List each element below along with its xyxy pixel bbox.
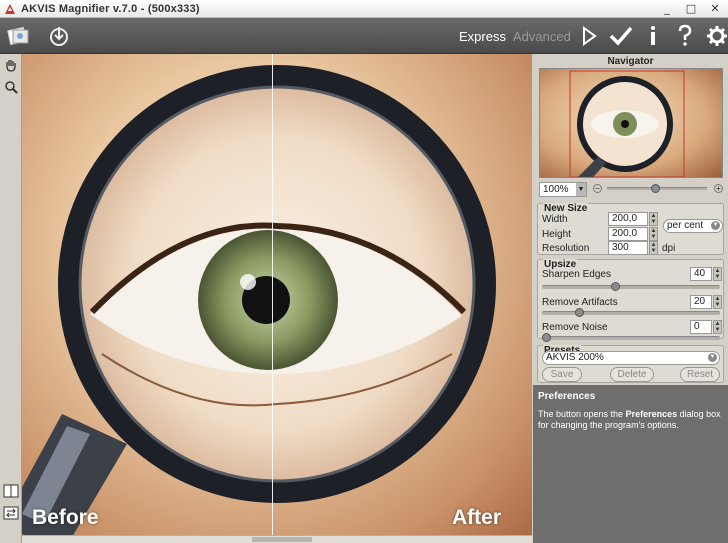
remove-artifacts-slider[interactable] (542, 308, 720, 317)
remove-artifacts-stepper[interactable]: ▲ ▼ (713, 295, 722, 309)
maximize-button[interactable]: □ (680, 1, 702, 16)
delete-preset-button[interactable]: Delete (610, 367, 654, 382)
sharpen-edges-slider[interactable] (542, 282, 720, 291)
width-field[interactable]: 200,0 (608, 212, 648, 226)
chevron-down-icon: ▼ (711, 221, 720, 230)
swap-view-icon[interactable] (2, 504, 20, 522)
sharpen-edges-field[interactable]: 40 (690, 267, 712, 281)
remove-noise-field[interactable]: 0 (690, 320, 712, 334)
close-button[interactable]: ✕ (704, 1, 726, 16)
resolution-stepper[interactable]: ▲ ▼ (649, 241, 658, 255)
height-stepper[interactable]: ▲ ▼ (649, 227, 658, 241)
zoom-in-icon[interactable]: + (714, 184, 723, 193)
before-after-divider[interactable] (272, 54, 273, 535)
reset-preset-button[interactable]: Reset (680, 367, 720, 382)
unit-select[interactable]: per cent ▼ (663, 219, 723, 233)
help-icon[interactable] (670, 22, 700, 50)
height-field[interactable]: 200,0 (608, 227, 648, 241)
remove-artifacts-field[interactable]: 20 (690, 295, 712, 309)
help-title: Preferences (538, 391, 596, 402)
sharpen-edges-stepper[interactable]: ▲ ▼ (713, 267, 722, 281)
presets-group: Presets AKVIS 200% ▼ Save Delete Reset (537, 345, 724, 383)
remove-noise-label: Remove Noise (542, 322, 608, 333)
sharpen-edges-knob[interactable] (611, 282, 620, 291)
single-view-icon[interactable] (2, 482, 20, 500)
tab-advanced[interactable]: Advanced (513, 29, 571, 44)
help-text-bold: Preferences (625, 409, 678, 419)
info-icon[interactable] (638, 22, 668, 50)
after-label: After (452, 506, 502, 529)
remove-noise-knob[interactable] (542, 333, 551, 342)
apply-icon[interactable] (606, 22, 636, 50)
settings-icon[interactable] (702, 22, 728, 50)
zoom-slider-knob[interactable] (651, 184, 660, 193)
preset-value: AKVIS 200% (546, 352, 604, 363)
remove-noise-slider[interactable] (542, 333, 720, 342)
zoom-value: 100% (543, 184, 569, 195)
horizontal-scrollbar[interactable] (22, 535, 532, 543)
preset-select[interactable]: AKVIS 200% ▼ (542, 351, 720, 365)
new-size-title: New Size (543, 203, 589, 214)
image-canvas[interactable]: Before After (22, 54, 532, 535)
resolution-unit: dpi (662, 243, 676, 254)
tool-strip (0, 54, 22, 543)
zoom-tool-icon[interactable] (2, 78, 20, 96)
chevron-down-icon: ▼ (708, 353, 717, 362)
hand-tool-icon[interactable] (2, 56, 20, 74)
width-stepper[interactable]: ▲ ▼ (649, 212, 658, 226)
main-toolbar: Express Advanced (0, 18, 728, 54)
navigator-title: Navigator (607, 56, 654, 67)
zoom-select[interactable]: 100% ▼ (539, 182, 587, 197)
akvis-app-icon (3, 2, 17, 16)
run-icon[interactable] (574, 22, 604, 50)
navigator-preview[interactable] (539, 68, 723, 178)
resolution-label: Resolution (542, 243, 590, 254)
save-icon[interactable] (44, 22, 74, 50)
minimize-button[interactable]: _ (656, 1, 678, 16)
unit-value: per cent (667, 220, 704, 231)
help-panel: Preferences The button opens the Prefere… (533, 385, 728, 543)
title-bar: AKVIS Magnifier v.7.0 - (500x333) _ □ ✕ (0, 0, 728, 18)
window-title: AKVIS Magnifier v.7.0 - (500x333) (21, 2, 200, 15)
scrollbar-thumb[interactable] (252, 537, 312, 542)
save-preset-button[interactable]: Save (542, 367, 582, 382)
sharpen-edges-label: Sharpen Edges (542, 269, 611, 280)
zoom-slider[interactable] (607, 184, 707, 193)
chevron-down-icon: ▼ (576, 183, 586, 196)
upsize-group: Upsize Sharpen Edges 40 ▲ ▼ Remove Artifa… (537, 259, 724, 342)
open-icon[interactable] (4, 22, 34, 50)
height-label: Height (542, 229, 571, 240)
help-text: The button opens the Preferences dialog … (538, 409, 723, 431)
remove-noise-stepper[interactable]: ▲ ▼ (713, 320, 722, 334)
resolution-field[interactable]: 300 (608, 241, 648, 255)
new-size-group: New Size Width 200,0 ▲ ▼ Height 200,0 ▲ ▼ … (537, 203, 724, 255)
before-label: Before (32, 506, 99, 529)
remove-artifacts-label: Remove Artifacts (542, 297, 618, 308)
remove-artifacts-knob[interactable] (575, 308, 584, 317)
help-text-start: The button opens the (538, 409, 626, 419)
tab-express[interactable]: Express (459, 29, 506, 44)
zoom-out-icon[interactable]: − (593, 184, 602, 193)
magnifier-eye-image (22, 65, 496, 535)
width-label: Width (542, 214, 568, 225)
